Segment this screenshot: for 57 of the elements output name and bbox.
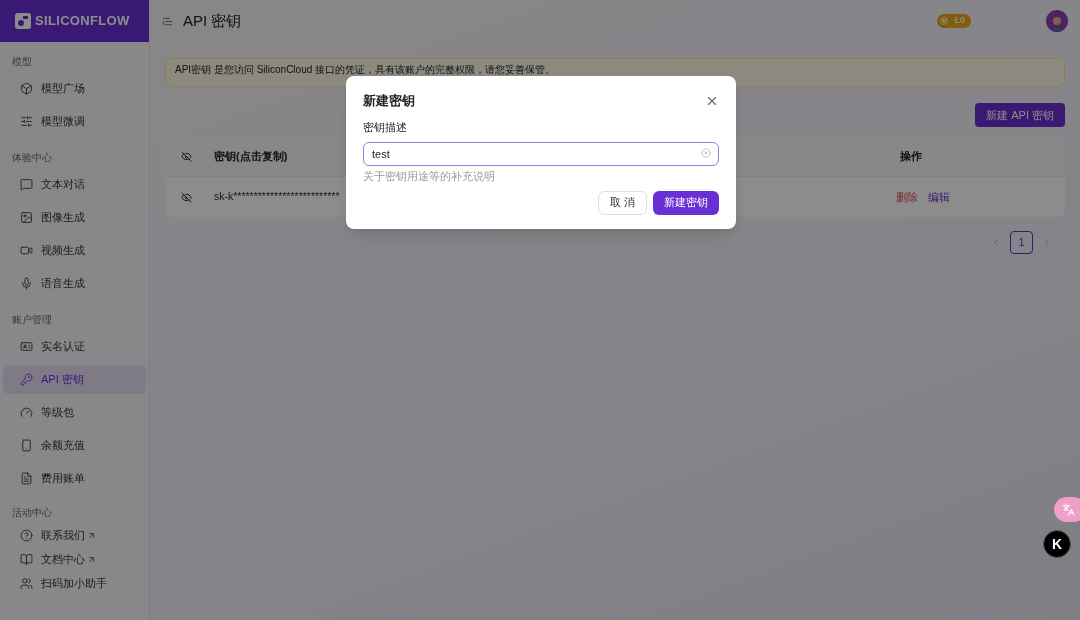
sliders-icon <box>20 115 33 128</box>
delete-link[interactable]: 删除 <box>896 188 918 206</box>
help-icon <box>20 528 33 542</box>
sidebar-item[interactable]: 文档中心 <box>3 547 146 571</box>
section-title: 体验中心 <box>11 151 53 165</box>
create-key-button[interactable]: 新建 API 密钥 <box>975 103 1065 127</box>
page-button[interactable]: 1 <box>1010 231 1033 254</box>
key-icon <box>20 373 33 386</box>
edit-link[interactable]: 编辑 <box>928 188 950 206</box>
hide-icon[interactable] <box>180 191 192 203</box>
sidebar-item[interactable]: API 密钥 <box>3 365 146 394</box>
avatar[interactable] <box>1046 10 1068 32</box>
section-title: 活动中心 <box>11 506 53 520</box>
users-icon <box>20 576 33 590</box>
field-label: 密钥描述 <box>363 119 407 135</box>
badge-letter: V <box>938 15 951 27</box>
sidebar-item[interactable]: 实名认证 <box>3 332 146 361</box>
translate-button[interactable] <box>1054 497 1080 522</box>
sidebar-item[interactable]: 语音生成 <box>3 269 146 298</box>
logo-icon <box>15 13 31 29</box>
column-header: 密钥(点击复制) <box>214 149 288 165</box>
cube-icon <box>20 82 33 95</box>
logo-text: SILICONFLOW <box>35 12 130 31</box>
translate-icon <box>1062 503 1075 516</box>
sidebar-item[interactable]: 模型微调 <box>3 107 146 136</box>
field-help: 关于密钥用途等的补充说明 <box>363 169 495 184</box>
sidebar-item[interactable]: 余额充值 <box>3 431 146 460</box>
video-icon <box>20 244 33 257</box>
level-badge: V L0 <box>937 14 971 28</box>
page-title: API 密钥 <box>183 10 242 31</box>
sidebar-item[interactable]: 费用账单 <box>3 464 146 493</box>
menu-icon[interactable] <box>162 15 173 27</box>
sidebar-item[interactable]: 模型广场 <box>3 74 146 103</box>
sidebar-item[interactable]: 等级包 <box>3 398 146 427</box>
id-card-icon <box>20 340 33 353</box>
key-cell[interactable]: sk-k************************** <box>214 189 340 205</box>
dialog-title: 新建密钥 <box>363 92 415 110</box>
sidebar-item[interactable]: 视频生成 <box>3 236 146 265</box>
sidebar-item[interactable]: 联系我们 <box>3 523 146 547</box>
book-icon <box>20 552 33 566</box>
sidebar-item[interactable]: 扫码加小助手 <box>3 571 146 595</box>
description-field[interactable]: test <box>363 142 719 166</box>
confirm-button[interactable]: 新建密钥 <box>653 190 719 215</box>
section-title: 账户管理 <box>11 313 53 327</box>
chat-icon <box>20 178 33 191</box>
sidebar-item[interactable]: 图像生成 <box>3 203 146 232</box>
image-icon <box>20 211 33 224</box>
phone-icon <box>20 439 33 452</box>
section-title: 模型 <box>11 55 33 69</box>
sidebar-item[interactable]: 文本对话 <box>3 170 146 199</box>
gauge-icon <box>20 406 33 419</box>
microphone-icon <box>20 277 33 290</box>
hide-icon[interactable] <box>180 151 192 162</box>
cancel-button[interactable]: 取 消 <box>597 190 647 215</box>
column-header: 操作 <box>900 149 922 165</box>
person-icon <box>1050 16 1064 32</box>
document-icon <box>20 472 33 485</box>
